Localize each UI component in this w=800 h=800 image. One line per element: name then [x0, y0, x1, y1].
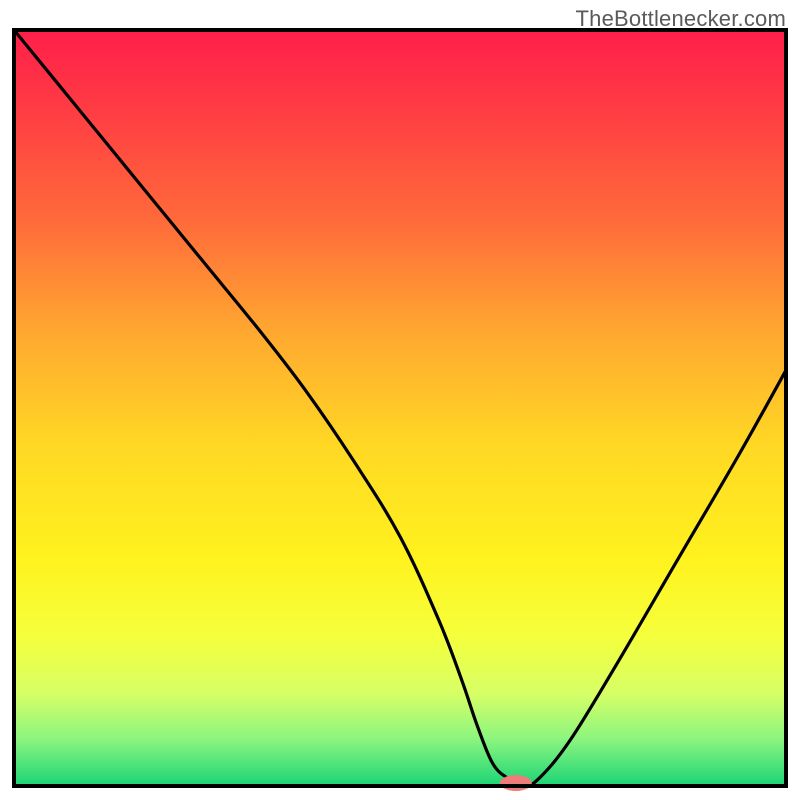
- watermark-text: TheBottlenecker.com: [576, 6, 786, 32]
- chart-stage: TheBottlenecker.com: [0, 0, 800, 800]
- chart-background: [16, 32, 784, 784]
- optimal-marker: [500, 775, 532, 791]
- chart-plot: [0, 0, 800, 800]
- chart-svg: [0, 0, 800, 800]
